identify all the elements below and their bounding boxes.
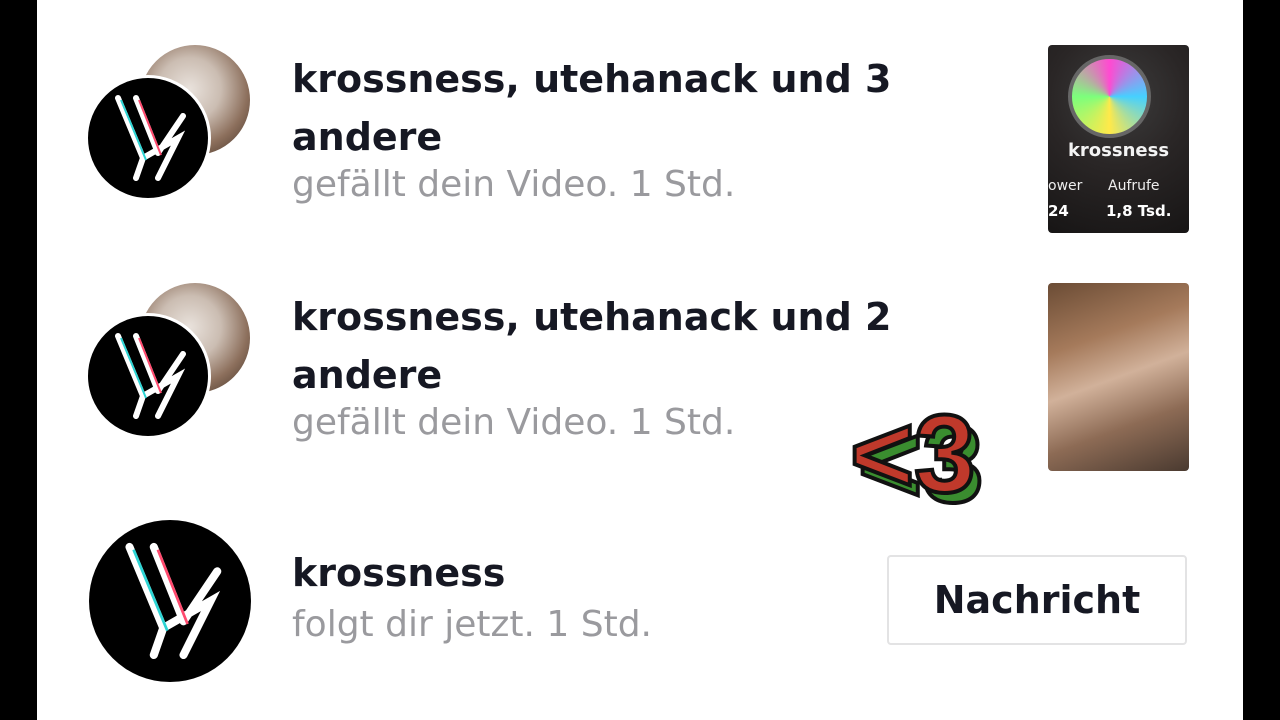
notification-title: krossness, utehanack und 3 andere xyxy=(292,57,892,159)
profile-ring xyxy=(1068,55,1151,138)
thumbnail-name: krossness xyxy=(1067,140,1170,161)
notifications-screen: krossness, utehanack und 3 andere gefäll… xyxy=(37,0,1243,720)
notification-action: gefällt dein Video. xyxy=(292,402,619,443)
notification-item[interactable]: krossness, utehanack und 2 andere gefäll… xyxy=(37,268,1243,488)
thumbnail-stat-label: ower xyxy=(1048,178,1083,194)
heart-sticker-text: <3 xyxy=(850,393,975,516)
notification-time: 1 Std. xyxy=(629,402,736,443)
notification-time: 1 Std. xyxy=(629,164,736,205)
notification-subtitle: gefällt dein Video. 1 Std. xyxy=(292,164,735,205)
notification-subtitle: gefällt dein Video. 1 Std. xyxy=(292,402,735,443)
heart-sticker: <3 <3 xyxy=(848,391,985,520)
thumbnail-stat-label: Aufrufe xyxy=(1108,178,1160,194)
notification-item[interactable]: krossness folgt dir jetzt. 1 Std. Nachri… xyxy=(37,500,1243,710)
hand-logo-icon xyxy=(125,542,222,660)
notification-action: folgt dir jetzt. xyxy=(292,604,535,645)
user-avatar-hand-logo[interactable] xyxy=(85,75,211,201)
notification-subtitle: folgt dir jetzt. 1 Std. xyxy=(292,604,652,645)
notification-title: krossness, utehanack und 2 andere xyxy=(292,295,892,397)
hand-logo-icon xyxy=(115,95,186,181)
video-thumbnail[interactable] xyxy=(1048,283,1189,471)
user-avatar-hand-logo[interactable] xyxy=(85,313,211,439)
message-button[interactable]: Nachricht xyxy=(887,555,1187,645)
notification-item[interactable]: krossness, utehanack und 3 andere gefäll… xyxy=(37,30,1243,250)
notification-title: krossness xyxy=(292,551,506,595)
thumbnail-stat-value: 1,8 Tsd. xyxy=(1106,202,1172,220)
notification-time: 1 Std. xyxy=(546,604,652,645)
notification-action: gefällt dein Video. xyxy=(292,164,619,205)
video-thumbnail[interactable]: krossness ower Aufrufe 24 1,8 Tsd. xyxy=(1048,45,1189,233)
thumbnail-stat-value: 24 xyxy=(1048,202,1069,220)
user-avatar-hand-logo[interactable] xyxy=(89,520,251,682)
hand-logo-icon xyxy=(115,333,186,419)
